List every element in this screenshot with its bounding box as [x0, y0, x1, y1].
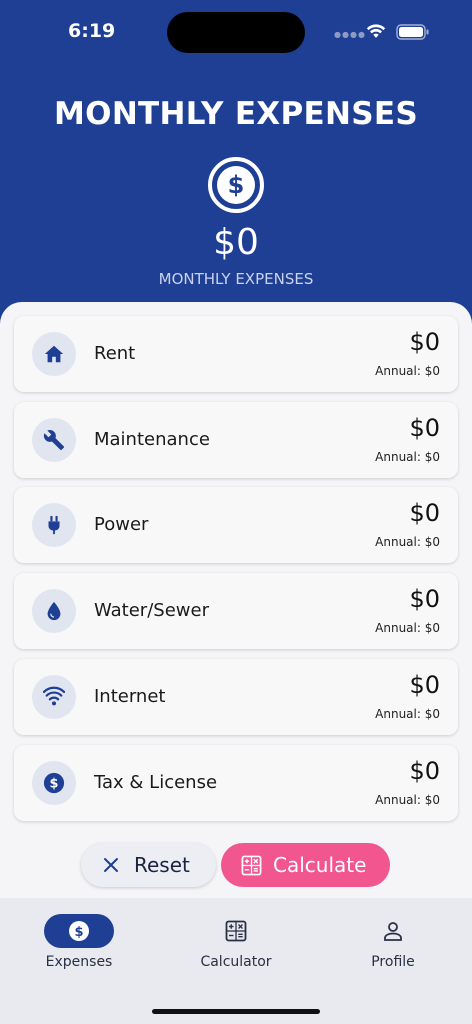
bottom-tab-bar: $ Expenses Calculator Profile	[0, 898, 472, 1024]
plug-icon	[48, 515, 60, 535]
home-icon	[44, 345, 64, 363]
tab-profile[interactable]: Profile	[328, 912, 458, 982]
expense-card-power[interactable]: Power $0 Annual: $0	[14, 487, 458, 563]
header: 6:19 ●●●● MONTHLY EXPENSES $ $0 MONTHLY …	[0, 0, 472, 330]
expense-label: Rent	[94, 343, 136, 364]
svg-text:$: $	[228, 171, 245, 199]
tab-label: Profile	[371, 954, 415, 970]
reset-button[interactable]: Reset	[81, 843, 216, 887]
wifi-status-icon	[366, 24, 386, 38]
calculator-icon	[241, 855, 262, 876]
status-time: 6:19	[68, 20, 116, 42]
signal-icon: ●●●●	[334, 30, 366, 39]
water-drop-icon	[47, 601, 61, 621]
expense-card-internet[interactable]: Internet $0 Annual: $0	[14, 659, 458, 735]
expense-annual: Annual: $0	[375, 793, 440, 807]
expense-annual: Annual: $0	[375, 450, 440, 464]
total-amount: $0	[213, 222, 259, 263]
svg-text:$: $	[74, 925, 83, 940]
expense-amount: $0	[409, 499, 440, 527]
expense-annual: Annual: $0	[375, 707, 440, 721]
expense-amount: $0	[409, 757, 440, 785]
tab-label: Expenses	[45, 954, 113, 970]
expense-label: Power	[94, 514, 149, 535]
expense-annual: Annual: $0	[375, 535, 440, 549]
expense-label: Maintenance	[94, 429, 210, 450]
expense-amount: $0	[409, 585, 440, 613]
person-icon	[384, 922, 402, 941]
expense-card-water-sewer[interactable]: Water/Sewer $0 Annual: $0	[14, 573, 458, 649]
expense-label: Internet	[94, 686, 166, 707]
expense-card-maintenance[interactable]: Maintenance $0 Annual: $0	[14, 402, 458, 478]
expense-amount: $0	[409, 414, 440, 442]
battery-icon	[396, 24, 429, 40]
calculator-icon	[225, 920, 247, 942]
home-indicator	[152, 1009, 320, 1014]
status-bar: 6:19 ●●●●	[0, 0, 472, 64]
expense-annual: Annual: $0	[375, 364, 440, 378]
calculate-button[interactable]: Calculate	[221, 843, 390, 887]
expense-label: Tax & License	[94, 772, 218, 793]
expense-annual: Annual: $0	[375, 621, 440, 635]
expense-icon-badge	[32, 503, 76, 547]
calculate-label: Calculate	[273, 853, 367, 877]
reset-label: Reset	[134, 853, 190, 877]
dollar-icon: $	[43, 772, 65, 794]
expense-icon-badge	[32, 332, 76, 376]
close-icon	[104, 858, 118, 872]
dollar-circle-icon: $	[208, 157, 264, 213]
tab-icon-wrap	[201, 914, 271, 948]
total-caption: MONTHLY EXPENSES	[158, 270, 314, 288]
expense-label: Water/Sewer	[94, 600, 209, 621]
tab-active-indicator: $	[44, 914, 114, 948]
dollar-circle-icon: $	[69, 921, 89, 941]
expense-card-tax-license[interactable]: $ Tax & License $0 Annual: $0	[14, 745, 458, 821]
tab-expenses[interactable]: $ Expenses	[14, 912, 144, 982]
tab-label: Calculator	[200, 954, 272, 970]
expense-amount: $0	[409, 671, 440, 699]
expense-icon-badge	[32, 589, 76, 633]
svg-text:$: $	[50, 777, 59, 792]
tab-icon-wrap	[358, 914, 428, 948]
page-title: MONTHLY EXPENSES	[54, 96, 418, 132]
wifi-icon	[43, 686, 65, 706]
dynamic-island	[167, 12, 305, 53]
expense-icon-badge	[32, 418, 76, 462]
wrench-icon	[43, 430, 65, 451]
expense-card-rent[interactable]: Rent $0 Annual: $0	[14, 316, 458, 392]
expense-icon-badge: $	[32, 761, 76, 805]
expense-amount: $0	[409, 328, 440, 356]
expense-icon-badge	[32, 675, 76, 719]
tab-calculator[interactable]: Calculator	[171, 912, 301, 982]
